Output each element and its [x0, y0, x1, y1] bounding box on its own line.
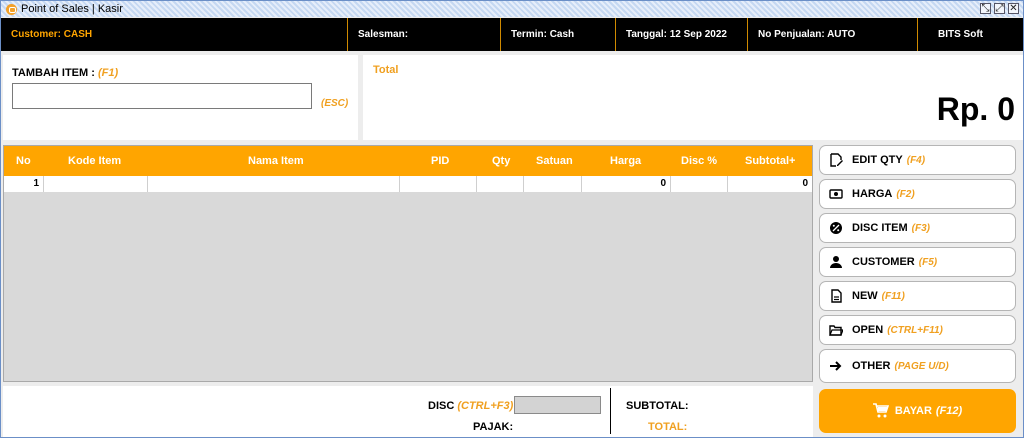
disc-item-button[interactable]: DISC ITEM (F3): [819, 213, 1016, 243]
column-header-qty[interactable]: Qty: [492, 146, 510, 176]
new-button[interactable]: NEW (F11): [819, 281, 1016, 311]
arrow-right-icon: [829, 359, 843, 373]
subtotal-label: SUBTOTAL:: [626, 400, 689, 412]
close-icon[interactable]: ✕: [1008, 3, 1019, 14]
footer-divider: [610, 388, 611, 434]
other-button[interactable]: OTHER (PAGE U/D): [819, 349, 1016, 383]
cell-kode-item[interactable]: [44, 176, 148, 192]
table-row[interactable]: 1 0 0: [4, 176, 812, 192]
harga-button[interactable]: HARGA (F2): [819, 179, 1016, 209]
tambah-item-input[interactable]: [12, 83, 312, 109]
total-panel: Total Rp. 0: [363, 55, 1023, 140]
column-header-disc[interactable]: Disc %: [681, 146, 717, 176]
cell-pid[interactable]: [400, 176, 477, 192]
title-bar[interactable]: Point of Sales | Kasir ⤡ ⤢ ✕: [1, 1, 1023, 17]
person-icon: [829, 255, 843, 269]
app-icon: [6, 3, 17, 15]
item-entry-panel: TAMBAH ITEM : (F1) (ESC): [3, 55, 358, 140]
cell-subtotal: 0: [802, 178, 808, 189]
column-header-pid[interactable]: PID: [431, 146, 449, 176]
company-name: BITS Soft: [938, 29, 983, 40]
customer-button[interactable]: CUSTOMER (F5): [819, 247, 1016, 277]
cell-satuan[interactable]: [524, 176, 582, 192]
no-penjualan-info: No Penjualan: AUTO: [748, 18, 918, 51]
termin-info: Termin: Cash: [501, 18, 616, 51]
table-header: No Kode Item Nama Item PID Qty Satuan Ha…: [4, 146, 812, 176]
column-header-no[interactable]: No: [16, 146, 31, 176]
disc-label: DISC (CTRL+F3): [428, 400, 514, 412]
edit-icon: [829, 153, 843, 167]
column-header-subtotal[interactable]: Subtotal+: [745, 146, 795, 176]
open-button[interactable]: OPEN (CTRL+F11): [819, 315, 1016, 345]
window-title: Point of Sales | Kasir: [21, 3, 123, 15]
grand-total-label: TOTAL:: [648, 421, 688, 433]
cell-harga[interactable]: 0: [582, 176, 671, 192]
column-header-satuan[interactable]: Satuan: [536, 146, 573, 176]
maximize-icon[interactable]: ⤢: [994, 3, 1005, 14]
restore-icon[interactable]: ⤡: [980, 3, 991, 14]
disc-field[interactable]: [514, 396, 601, 414]
pos-window: Point of Sales | Kasir ⤡ ⤢ ✕ Customer: C…: [0, 0, 1024, 438]
new-document-icon: [829, 289, 843, 303]
tambah-item-label: TAMBAH ITEM : (F1): [12, 67, 119, 79]
edit-qty-button[interactable]: EDIT QTY (F4): [819, 145, 1016, 175]
cell-nama-item[interactable]: [148, 176, 400, 192]
tanggal-info: Tanggal: 12 Sep 2022: [616, 18, 748, 51]
bayar-button[interactable]: BAYAR (F12): [819, 389, 1016, 433]
cart-icon: [872, 403, 889, 419]
folder-open-icon: [829, 323, 843, 337]
salesman-info: Salesman:: [348, 18, 501, 51]
money-icon: [829, 187, 843, 201]
total-label: Total: [373, 64, 399, 76]
discount-icon: [829, 221, 843, 235]
cell-disc[interactable]: [671, 176, 728, 192]
tambah-item-shortcut: (F1): [97, 67, 119, 79]
items-table[interactable]: No Kode Item Nama Item PID Qty Satuan Ha…: [3, 145, 813, 382]
info-bar: Customer: CASH Salesman: Termin: Cash Ta…: [1, 18, 1023, 51]
pajak-label: PAJAK:: [473, 421, 514, 433]
column-header-kode-item[interactable]: Kode Item: [68, 146, 121, 176]
column-header-nama-item[interactable]: Nama Item: [248, 146, 304, 176]
window-controls: ⤡ ⤢ ✕: [980, 3, 1019, 14]
customer-info: Customer: CASH: [1, 18, 348, 51]
total-amount: Rp. 0: [936, 91, 1015, 127]
cell-qty[interactable]: [477, 176, 524, 192]
column-header-harga[interactable]: Harga: [610, 146, 641, 176]
esc-shortcut: (ESC): [321, 98, 349, 109]
disc-shortcut: (CTRL+F3): [457, 400, 514, 412]
footer-panel: DISC (CTRL+F3) PAJAK: SUBTOTAL: TOTAL:: [3, 386, 813, 437]
cell-no: 1: [4, 176, 44, 192]
